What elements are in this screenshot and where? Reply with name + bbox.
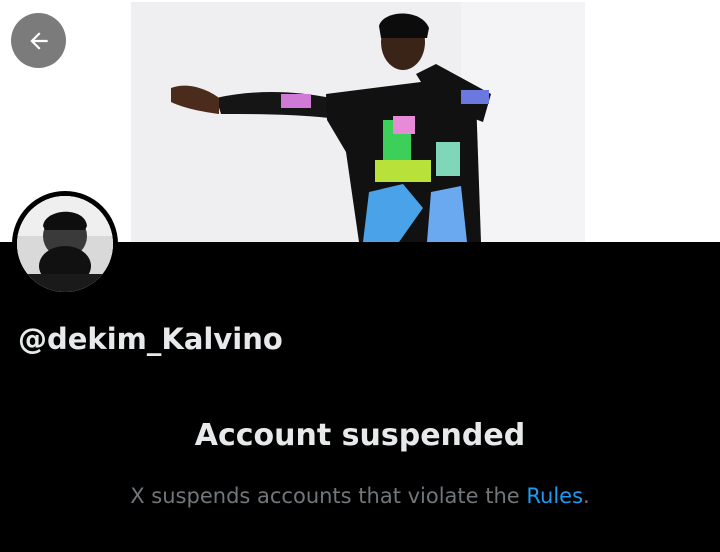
suspended-title: Account suspended [194,418,526,453]
profile-handle: @dekim_Kalvino [18,322,283,356]
suspended-note-period: . [583,484,590,508]
suspended-note-text: X suspends accounts that violate the [130,484,527,508]
suspended-note: X suspends accounts that violate the Rul… [0,484,720,508]
back-button[interactable] [11,13,66,68]
profile-page: @dekim_Kalvino Account suspended X suspe… [0,0,720,552]
profile-banner [0,0,720,242]
rules-link[interactable]: Rules [526,484,583,508]
avatar-photo [17,196,113,292]
arrow-left-icon [29,31,48,50]
avatar[interactable] [17,196,113,292]
banner-photo [131,2,585,242]
avatar-border [12,191,118,297]
